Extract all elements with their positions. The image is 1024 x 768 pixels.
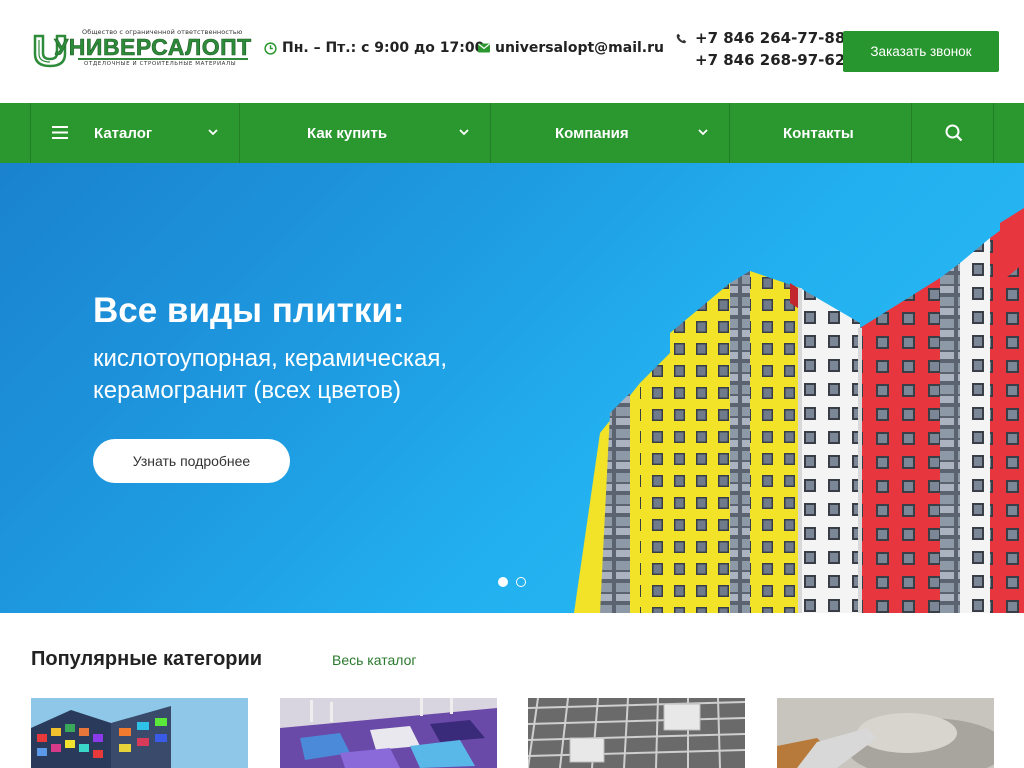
envelope-icon	[478, 43, 490, 53]
menu-icon	[52, 126, 68, 139]
nav-divider	[993, 103, 994, 163]
slider-dot-1[interactable]	[498, 577, 508, 587]
logo[interactable]: Общество с ограниченной ответственностью…	[30, 28, 252, 72]
logo-sub-text: ОТДЕЛОЧНЫЕ И СТРОИТЕЛЬНЫЕ МАТЕРИАЛЫ	[84, 61, 237, 67]
category-card-2[interactable]	[280, 698, 497, 768]
hero-building-image	[574, 208, 1024, 613]
all-catalog-link[interactable]: Весь каталог	[332, 652, 416, 668]
chevron-down-icon	[698, 129, 708, 136]
nav-item-label: Каталог	[94, 124, 153, 142]
clock-icon	[264, 41, 277, 55]
nav-item-label: Контакты	[783, 124, 854, 142]
hero-subtitle-line1: кислотоупорная, керамическая,	[93, 345, 448, 372]
category-card-4[interactable]	[777, 698, 994, 768]
hero-subtitle-line2: керамогранит (всех цветов)	[93, 377, 401, 404]
chevron-down-icon	[208, 129, 218, 136]
phone-number-2: +7 846 268-97-62	[695, 51, 846, 69]
slider-dot-2[interactable]	[516, 577, 526, 587]
category-card-1[interactable]	[31, 698, 248, 768]
nav-item-label: Как купить	[307, 124, 388, 142]
category-image	[31, 698, 248, 768]
logo-name: УНИВЕРСАЛОПТ	[54, 34, 252, 60]
category-image	[777, 698, 994, 768]
phone-list: +7 846 264-77-88 +7 846 268-97-62	[676, 27, 845, 71]
popular-categories-title: Популярные категории	[31, 648, 263, 670]
nav-item-catalog[interactable]: Каталог	[30, 103, 240, 163]
hero-subtitle: кислотоупорная, керамическая, керамогран…	[93, 343, 447, 407]
main-nav: Каталог Как купить Компания Контакты	[0, 103, 1024, 163]
category-image	[528, 698, 745, 768]
search-button[interactable]	[911, 103, 994, 163]
phone-row-2[interactable]: +7 846 268-97-62	[676, 49, 845, 71]
chevron-down-icon	[459, 129, 469, 136]
email-link[interactable]: universalopt@mail.ru	[478, 40, 664, 56]
phone-row-1[interactable]: +7 846 264-77-88	[676, 27, 845, 49]
hero-slider: Все виды плитки: кислотоупорная, керамич…	[0, 163, 1024, 613]
working-hours-text: Пн. – Пт.: с 9:00 до 17:00	[282, 40, 485, 56]
site-header: Общество с ограниченной ответственностью…	[0, 0, 1024, 103]
nav-item-company[interactable]: Компания	[490, 103, 730, 163]
logo-divider	[78, 58, 248, 60]
nav-item-how-to-buy[interactable]: Как купить	[239, 103, 491, 163]
slider-dots	[498, 577, 526, 587]
learn-more-button[interactable]: Узнать подробнее	[93, 439, 290, 483]
search-icon	[945, 124, 963, 142]
phone-icon	[676, 33, 687, 43]
logo-name-part2: ОПТ	[201, 34, 252, 60]
nav-item-contacts[interactable]: Контакты	[729, 103, 912, 163]
working-hours: Пн. – Пт.: с 9:00 до 17:00	[264, 40, 484, 56]
hero-title: Все виды плитки:	[93, 291, 405, 330]
nav-item-label: Компания	[555, 124, 629, 142]
category-card-3[interactable]	[528, 698, 745, 768]
email-text: universalopt@mail.ru	[495, 40, 664, 56]
callback-button[interactable]: Заказать звонок	[843, 31, 999, 72]
phone-number-1: +7 846 264-77-88	[695, 29, 846, 47]
logo-name-part1: УНИВЕРСАЛ	[54, 34, 202, 60]
category-image	[280, 698, 497, 768]
